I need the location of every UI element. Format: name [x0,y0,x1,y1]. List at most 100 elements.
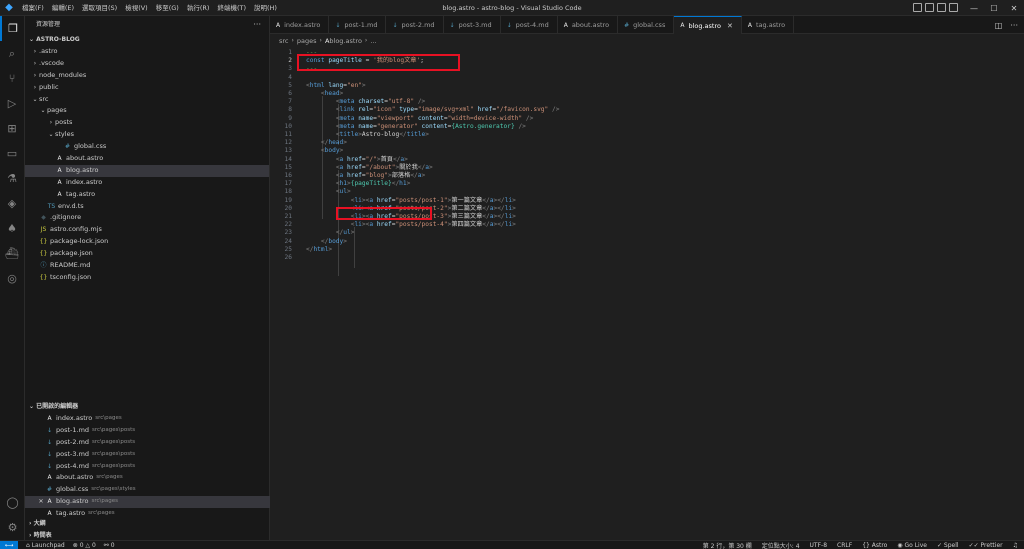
tree-item[interactable]: Aindex.astro [25,177,269,189]
explorer-icon[interactable]: ❐ [0,16,24,41]
breadcrumb-item[interactable]: blog.astro [329,37,362,45]
more-actions-icon[interactable]: ··· [1010,21,1018,30]
tree-item[interactable]: Ablog.astro [25,164,269,177]
tree-item[interactable]: › node_modules [25,70,269,82]
gitlens-icon[interactable]: ◎ [0,266,24,291]
notifications-bell-icon[interactable]: ♫ [1013,542,1018,549]
open-editor-item[interactable]: ↓ post-4.md src\pages\posts [25,461,270,473]
mongodb-leaf-icon[interactable]: ♠ [0,216,24,241]
menu-item[interactable]: 編輯(E) [48,0,78,16]
ports-status[interactable]: ⚯ 0 [104,542,115,549]
menu-item[interactable]: 移至(G) [152,0,183,16]
open-editor-item[interactable]: ↓ post-2.md src\pages\posts [25,437,270,449]
tree-item[interactable]: › .vscode [25,58,269,70]
close-tab-icon[interactable]: ✕ [727,22,733,30]
menu-item[interactable]: 檢視(V) [121,0,152,16]
open-editor-item[interactable]: ✕ Ablog.astro src\pages [25,496,270,509]
more-actions-icon[interactable]: ··· [253,16,261,34]
problems-status[interactable]: ⊗ 0 △ 0 [73,542,96,549]
tab-post-2-md[interactable]: ↓ post-2.md [386,16,444,34]
menu-item[interactable]: 執行(R) [183,0,214,16]
tree-item[interactable]: TS env.d.ts [25,201,269,213]
tree-item[interactable]: # global.css [25,141,269,153]
tree-item[interactable]: ⌄ src [25,94,269,106]
close-icon[interactable]: ✕ [37,496,45,508]
cursor-position[interactable]: 第 2 行，第 30 欄 [703,541,752,549]
testing-icon[interactable]: ⚗ [0,166,24,191]
open-editor-item[interactable]: Aabout.astro src\pages [25,472,270,484]
run-debug-icon[interactable]: ▷ [0,91,24,116]
toggle-secondary-sidebar-icon[interactable] [937,3,946,12]
project-section-header[interactable]: ⌄ ASTRO-BLOG [25,34,269,46]
open-editor-item[interactable]: ↓ post-1.md src\pages\posts [25,425,270,437]
code-text: </html> [306,246,332,254]
tab-global-css[interactable]: # global.css [618,16,675,34]
tab-post-4-md[interactable]: ↓ post-4.md [501,16,558,34]
customize-layout-icon[interactable] [949,3,958,12]
maximize-icon[interactable]: ☐ [984,4,1004,13]
tree-item[interactable]: ◆ .gitignore [25,212,269,224]
source-control-icon[interactable]: ⑂ [0,66,24,91]
code-token: > [343,237,347,245]
extensions-icon[interactable]: ⊞ [0,116,24,141]
tree-item[interactable]: ⌄ pages [25,105,269,117]
code-token: li [504,204,513,212]
minimize-icon[interactable]: — [964,4,984,13]
explorer-sidebar: 資源管理 ··· ⌄ ASTRO-BLOG › .astro › .vscode › no… [25,16,270,540]
menu-item[interactable]: 說明(H) [250,0,281,16]
toggle-sidebar-icon[interactable] [913,3,922,12]
tree-item[interactable]: ⌄ styles [25,129,269,141]
tab-index-astro[interactable]: Aindex.astro [270,16,330,34]
tree-item[interactable]: › public [25,82,269,94]
open-editor-item[interactable]: ↓ post-3.md src\pages\posts [25,449,270,461]
remote-indicator-icon[interactable]: ⟷ [0,540,18,549]
outline-header[interactable]: › 大綱 [25,518,270,530]
figma-icon[interactable]: ◈ [0,191,24,216]
tab-label: post-2.md [401,21,435,29]
tab-post-3-md[interactable]: ↓ post-3.md [444,16,501,34]
tree-item[interactable]: › posts [25,117,269,129]
eol[interactable]: CRLF [837,542,852,549]
tree-item[interactable]: Aabout.astro [25,153,269,165]
launchpad-status[interactable]: ⌂ Launchpad [26,542,65,549]
close-window-icon[interactable]: ✕ [1004,4,1024,13]
search-icon[interactable]: ⌕ [0,41,24,66]
code-editor[interactable]: 1 --- 2 const pageTitle = '我的blog文章'; 3 --- 4 5… [270,47,1024,540]
account-icon[interactable]: ◯ [0,490,25,515]
prettier-status[interactable]: ✓✓ Prettier [969,542,1003,549]
tab-about-astro[interactable]: Aabout.astro [558,16,619,34]
open-editor-item[interactable]: Aindex.astro src\pages [25,413,270,425]
open-editor-item[interactable]: # global.css src\pages\styles [25,484,270,496]
manage-gear-icon[interactable]: ⚙ [0,515,25,540]
spell-status[interactable]: ✓ Spell [937,542,959,549]
tree-item[interactable]: {} tsconfig.json [25,272,269,284]
toggle-panel-icon[interactable] [925,3,934,12]
tree-item[interactable]: ⓘ README.md [25,260,269,272]
docker-icon[interactable]: ⛴ [0,241,24,266]
tree-item-label: src [39,94,49,103]
tree-item[interactable]: {} package-lock.json [25,236,269,248]
breadcrumb-item[interactable]: src [279,37,289,45]
breadcrumb-item[interactable]: pages [297,37,317,45]
language-mode[interactable]: {} Astro [862,542,887,549]
split-editor-icon[interactable]: ◫ [995,21,1003,30]
code-token: ></ [493,213,505,220]
tree-item[interactable]: JS astro.config.mjs [25,224,269,236]
tree-item[interactable]: › .astro [25,46,269,58]
breadcrumb-item[interactable]: ... [370,37,376,45]
line-number: 14 [284,155,292,163]
tree-item[interactable]: Atag.astro [25,189,269,201]
tab-tag-astro[interactable]: Atag.astro [742,16,795,34]
tree-item[interactable]: {} package.json [25,248,269,260]
menu-item[interactable]: 檔案(F) [18,0,48,16]
remote-explorer-icon[interactable]: ▭ [0,141,24,166]
indentation[interactable]: 定位點大小: 4 [762,541,800,549]
go-live-button[interactable]: ◉ Go Live [897,542,927,549]
menu-item[interactable]: 選取項目(S) [78,0,121,16]
encoding[interactable]: UTF-8 [810,542,828,549]
tab-post-1-md[interactable]: ↓ post-1.md [329,16,387,34]
open-editors-header[interactable]: ⌄ 已開啟的編輯器 [25,401,270,413]
menu-item[interactable]: 終端機(T) [213,0,250,16]
line-number: 17 [284,180,292,188]
tab-blog-astro[interactable]: Ablog.astro ✕ [674,16,742,34]
